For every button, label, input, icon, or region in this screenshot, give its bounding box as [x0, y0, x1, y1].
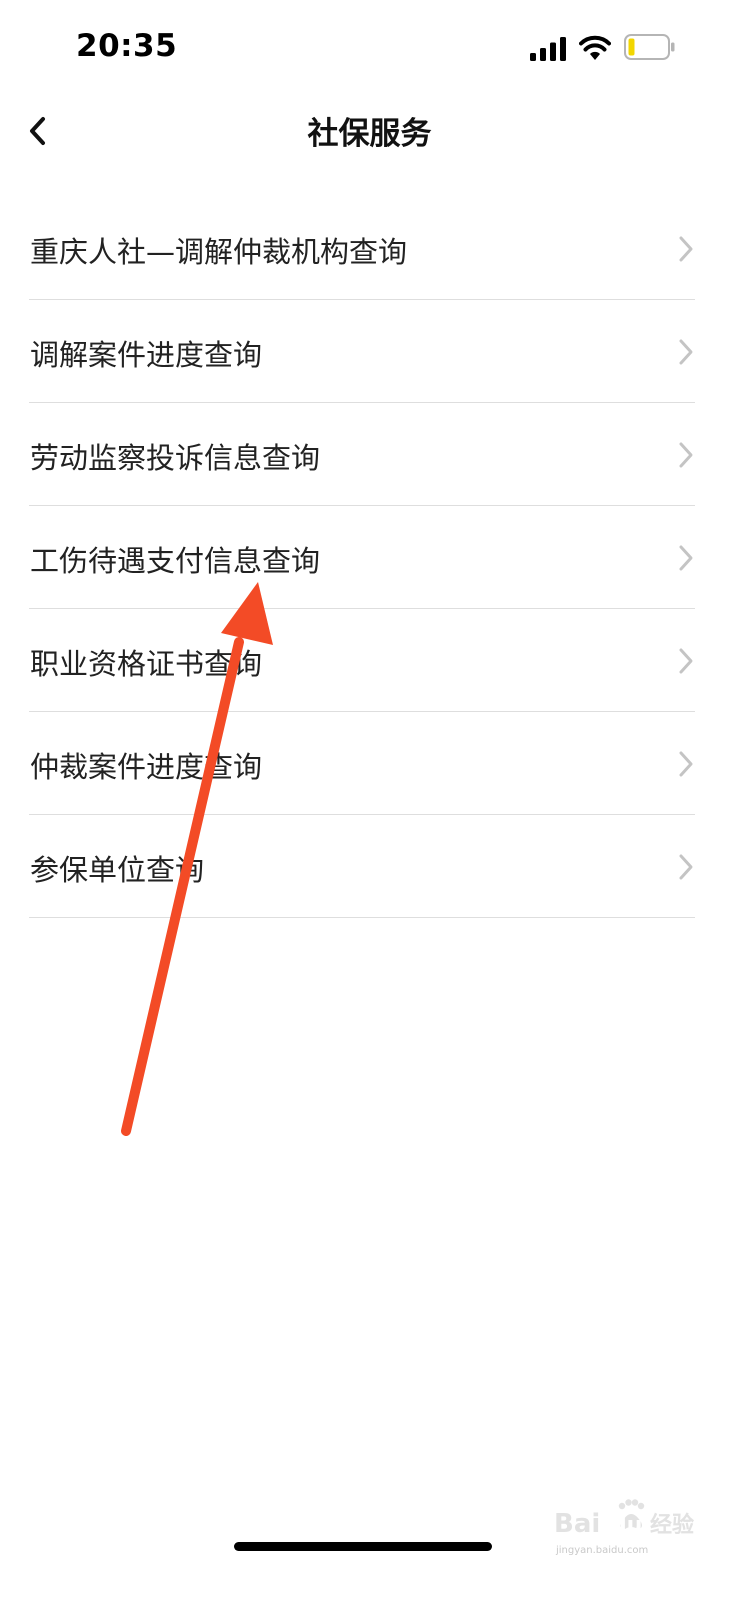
- svg-text:Bai: Bai: [554, 1509, 600, 1539]
- menu-item-professional-certificate[interactable]: 职业资格证书查询: [0, 609, 739, 712]
- watermark-subtext: jingyan.baidu.com: [556, 1545, 649, 1556]
- home-indicator[interactable]: [234, 1542, 492, 1551]
- chevron-right-icon: [679, 751, 693, 777]
- status-time: 20:35: [76, 28, 178, 64]
- wifi-icon: [579, 35, 611, 60]
- nav-bar: 社保服务: [0, 96, 739, 168]
- menu-item-insured-employer[interactable]: 参保单位查询: [0, 815, 739, 918]
- battery-icon: [624, 34, 675, 60]
- menu-item-labor-inspection-complaint[interactable]: 劳动监察投诉信息查询: [0, 403, 739, 506]
- svg-text:经验: 经验: [650, 1512, 694, 1538]
- chevron-right-icon: [679, 339, 693, 365]
- menu-item-label: 调解案件进度查询: [30, 338, 263, 372]
- chevron-right-icon: [679, 442, 693, 468]
- service-menu-list: 重庆人社—调解仲裁机构查询 调解案件进度查询 劳动监察投诉信息查询 工伤待遇支付…: [0, 197, 739, 918]
- chevron-right-icon: [679, 236, 693, 262]
- menu-item-work-injury-payment[interactable]: 工伤待遇支付信息查询: [0, 506, 739, 609]
- menu-item-label: 劳动监察投诉信息查询: [30, 441, 321, 475]
- svg-text:du: du: [611, 1513, 642, 1538]
- menu-item-mediation-arbitration-agency[interactable]: 重庆人社—调解仲裁机构查询: [0, 197, 739, 300]
- baidu-watermark-logo: Bai du 经验: [554, 1499, 694, 1539]
- chevron-right-icon: [679, 854, 693, 880]
- menu-item-label: 工伤待遇支付信息查询: [30, 544, 321, 578]
- status-bar: 20:35: [0, 0, 739, 96]
- menu-item-label: 职业资格证书查询: [30, 647, 263, 681]
- menu-item-label: 重庆人社—调解仲裁机构查询: [30, 235, 408, 269]
- menu-item-arbitration-case-progress[interactable]: 仲裁案件进度查询: [0, 712, 739, 815]
- chevron-right-icon: [679, 545, 693, 571]
- menu-item-mediation-case-progress[interactable]: 调解案件进度查询: [0, 300, 739, 403]
- menu-item-label: 仲裁案件进度查询: [30, 750, 263, 784]
- chevron-right-icon: [679, 648, 693, 674]
- page-title: 社保服务: [307, 116, 432, 152]
- signal-icon: [530, 37, 566, 61]
- menu-item-label: 参保单位查询: [30, 853, 205, 887]
